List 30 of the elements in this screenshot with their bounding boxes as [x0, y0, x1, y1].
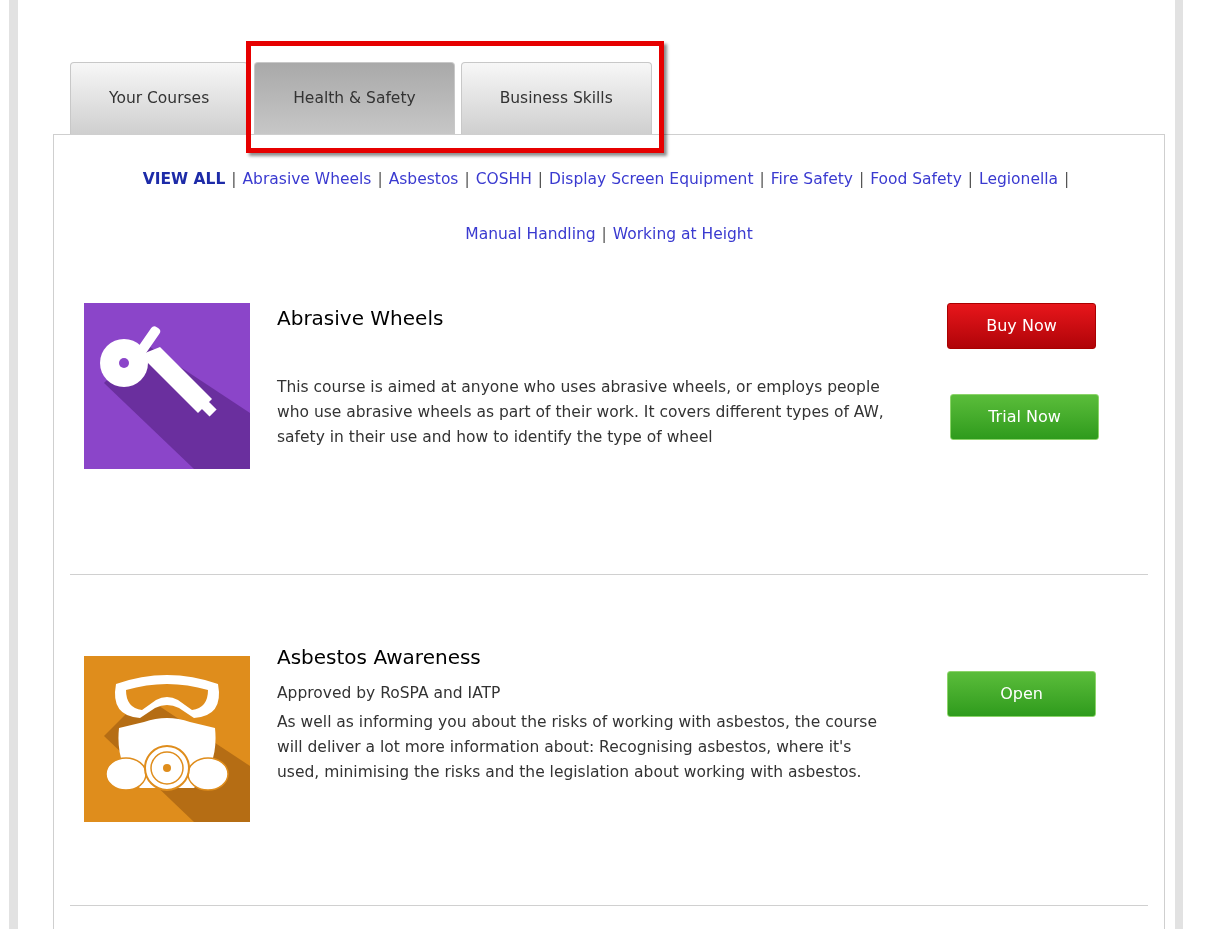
- course-title: Abrasive Wheels: [277, 305, 445, 332]
- separator: |: [966, 169, 975, 190]
- tab[interactable]: Your Courses: [70, 62, 249, 134]
- course-title: Asbestos Awareness: [277, 644, 482, 671]
- tab[interactable]: Business Skills: [460, 62, 652, 134]
- separator: |: [758, 169, 766, 190]
- course-description: As well as informing you about the risks of working with asbestos, the course will deliver a lot more information about: Recognising asbestos, where it's used, minimising the risks and the legislation about working with asbestos.: [277, 712, 878, 783]
- category-link[interactable]: Display Screen Equipment: [549, 168, 754, 190]
- category-link[interactable]: Food Safety: [870, 168, 962, 190]
- category-link[interactable]: Asbestos: [388, 168, 459, 190]
- category-link[interactable]: Abrasive Wheels: [242, 168, 372, 190]
- course-description: This course is aimed at anyone who uses abrasive wheels, or employs people who use abrasive wheels as part of their work. It covers different types of AW, safety in their use and how to identify the type of wheel: [277, 377, 885, 448]
- separator: |: [857, 169, 866, 190]
- category-link[interactable]: Working at Height: [612, 223, 753, 245]
- separator: |: [463, 169, 471, 190]
- separator: |: [1063, 169, 1071, 190]
- separator: |: [230, 169, 238, 190]
- respirator-mask-icon: [84, 656, 250, 822]
- separator: |: [376, 169, 384, 190]
- category-link[interactable]: VIEW ALL: [142, 168, 226, 190]
- tab[interactable]: Health & Safety: [254, 62, 455, 134]
- category-link[interactable]: Manual Handling: [465, 223, 596, 245]
- separator: |: [600, 224, 608, 245]
- category-link[interactable]: COSHH: [475, 168, 532, 190]
- category-link[interactable]: Legionella: [979, 168, 1059, 190]
- angle-grinder-icon: [84, 303, 250, 469]
- category-link[interactable]: Fire Safety: [770, 168, 853, 190]
- separator: |: [536, 169, 545, 190]
- course-button[interactable]: Buy Now: [947, 303, 1096, 349]
- approval-note: Approved by RoSPA and IATP: [277, 683, 502, 704]
